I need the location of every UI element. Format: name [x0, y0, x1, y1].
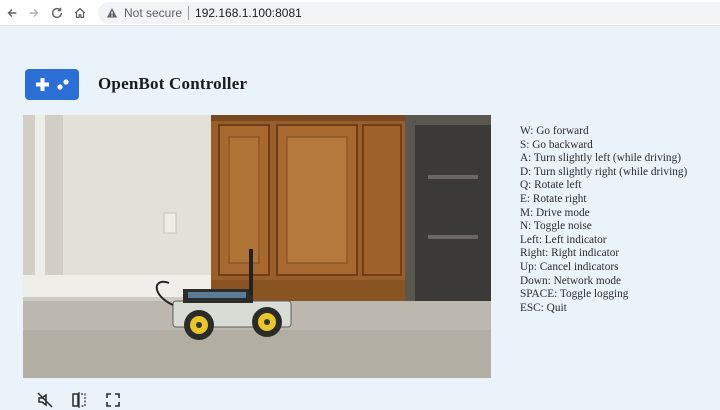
list-item: Right: Right indicator [520, 247, 620, 260]
list-item: ESC: Quit [520, 301, 567, 314]
back-arrow-icon[interactable] [3, 4, 21, 22]
camera-frame [23, 115, 491, 378]
keyboard-controls-list: W: Go forward S: Go backward A: Turn sli… [520, 125, 687, 315]
fullscreen-icon[interactable] [103, 390, 123, 410]
list-item: Down: Network mode [520, 274, 622, 287]
mirror-icon[interactable] [69, 390, 89, 410]
list-item: Q: Rotate left [520, 179, 582, 192]
browser-toolbar: Not secure 192.168.1.100:8081 [0, 0, 720, 26]
list-item: D: Turn slightly right (while driving) [520, 165, 688, 178]
url-text[interactable]: 192.168.1.100:8081 [195, 6, 302, 20]
reload-icon[interactable] [48, 4, 66, 22]
list-item: W: Go forward [520, 125, 589, 137]
list-item: A: Turn slightly left (while driving) [520, 152, 681, 165]
list-item: Up: Cancel indicators [520, 260, 619, 273]
list-item: Left: Left indicator [520, 233, 607, 246]
gamepad-icon [25, 69, 79, 100]
video-stream[interactable] [23, 115, 491, 378]
page-title: OpenBot Controller [98, 74, 248, 93]
warning-triangle-icon [107, 8, 117, 18]
list-item: M: Drive mode [520, 206, 590, 219]
mute-icon[interactable] [35, 390, 55, 410]
list-item: S: Go backward [520, 138, 593, 151]
list-item: N: Toggle noise [520, 220, 592, 233]
address-divider [188, 6, 190, 20]
forward-arrow-icon[interactable] [25, 4, 43, 22]
security-label: Not secure [124, 6, 183, 20]
address-bar[interactable]: Not secure 192.168.1.100:8081 [98, 2, 720, 24]
list-item: E: Rotate right [520, 192, 587, 205]
list-item: SPACE: Toggle logging [520, 288, 629, 301]
home-icon[interactable] [71, 4, 89, 22]
